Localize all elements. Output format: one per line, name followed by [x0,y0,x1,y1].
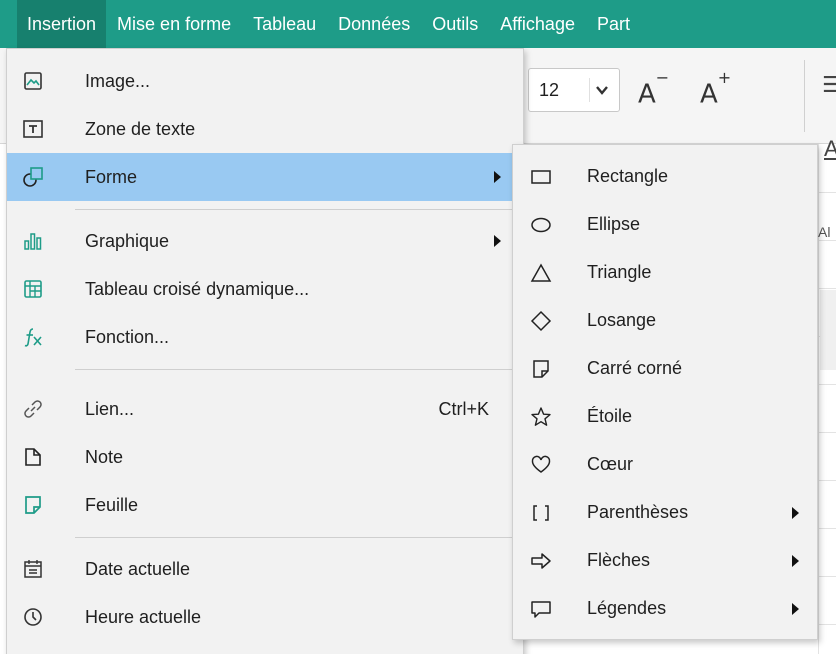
menu-item-function[interactable]: Fonction... [7,313,523,361]
menu-divider [75,537,517,538]
menu-partage[interactable]: Part [586,0,641,48]
submenu-arrow-icon [792,603,799,615]
chevron-down-icon[interactable] [589,78,613,102]
menu-divider [75,209,517,210]
menu-item-label: Note [85,446,124,467]
clock-icon [21,605,45,629]
diamond-icon [529,309,553,333]
menu-tableau[interactable]: Tableau [242,0,327,48]
shape-icon [21,165,45,189]
submenu-item-label: Parenthèses [587,502,689,522]
menu-item-label: Zone de texte [85,118,196,139]
menu-bar: Insertion Mise en forme Tableau Données … [0,0,836,48]
selected-cell[interactable] [820,290,836,370]
menu-affichage[interactable]: Affichage [489,0,586,48]
column-header: Al [818,224,831,240]
menu-divider [75,369,517,370]
ribbon-divider [804,60,805,132]
note-icon [21,445,45,469]
menu-item-shape[interactable]: Forme [7,153,523,201]
submenu-item-label: Cœur [587,454,633,474]
submenu-item-label: Triangle [587,262,652,282]
submenu-item-brackets[interactable]: Parenthèses [513,489,817,537]
image-icon [21,69,45,93]
menu-insertion[interactable]: Insertion [17,0,107,48]
submenu-item-callouts[interactable]: Légendes [513,585,817,633]
menu-item-label: Tableau croisé dynamique... [85,278,310,299]
folded-square-icon [529,357,553,381]
menu-outils[interactable]: Outils [421,0,489,48]
menu-item-text-box[interactable]: Zone de texte [7,105,523,153]
brackets-icon [529,501,553,525]
align-icon[interactable]: ☰ [822,72,836,98]
ellipse-icon [529,213,553,237]
submenu-item-label: Rectangle [587,166,669,186]
menu-donnees[interactable]: Données [327,0,421,48]
menu-item-label: Date actuelle [85,558,191,579]
menu-item-current-time[interactable]: Heure actuelle [7,593,523,641]
decrease-font-label: A [638,79,656,110]
text-box-icon [21,117,45,141]
submenu-item-rectangle[interactable]: Rectangle [513,153,817,201]
menu-item-label: Forme [85,166,138,187]
menu-item-sheet[interactable]: Feuille [7,481,523,529]
star-icon [529,405,553,429]
submenu-item-heart[interactable]: Cœur [513,441,817,489]
heart-icon [529,453,553,477]
callout-icon [529,597,553,621]
menu-item-current-date[interactable]: Date actuelle [7,545,523,593]
shape-submenu: Rectangle Ellipse Triangle Losange Carré… [512,144,818,640]
submenu-arrow-icon [494,235,501,247]
menu-item-label: Heure actuelle [85,606,202,627]
function-icon [21,325,45,349]
menu-item-note[interactable]: Note [7,433,523,481]
grid-line [818,144,819,654]
increase-font-button[interactable]: A+ [700,68,731,115]
shortcut-label: Ctrl+K [438,398,489,419]
arrow-icon [529,549,553,573]
font-size-value: 12 [539,80,560,100]
menu-item-pivot-table[interactable]: Tableau croisé dynamique... [7,265,523,313]
submenu-item-ellipse[interactable]: Ellipse [513,201,817,249]
submenu-item-diamond[interactable]: Losange [513,297,817,345]
decrease-font-sign: − [655,68,670,87]
triangle-icon [529,261,553,285]
sheet-icon [21,493,45,517]
submenu-item-star[interactable]: Étoile [513,393,817,441]
submenu-item-triangle[interactable]: Triangle [513,249,817,297]
increase-font-label: A [700,79,718,110]
submenu-item-label: Étoile [587,406,633,426]
submenu-item-label: Losange [587,310,657,330]
menu-item-chart[interactable]: Graphique [7,217,523,265]
menu-item-label: Fonction... [85,326,170,347]
submenu-item-arrows[interactable]: Flèches [513,537,817,585]
menu-item-image[interactable]: Image... [7,57,523,105]
submenu-arrow-icon [792,555,799,567]
insert-menu: Image... Zone de texte Forme Graphique T… [6,48,524,654]
link-icon [21,397,45,421]
menu-item-label: Feuille [85,494,139,515]
decrease-font-button[interactable]: A− [638,68,669,115]
submenu-item-folded-square[interactable]: Carré corné [513,345,817,393]
submenu-arrow-icon [792,507,799,519]
font-color-icon[interactable]: A [824,136,836,162]
menu-item-label: Graphique [85,230,170,251]
rectangle-icon [529,165,553,189]
menu-item-label: Image... [85,70,151,91]
menu-item-label: Lien... [85,398,135,419]
increase-font-sign: + [717,68,732,87]
submenu-item-label: Ellipse [587,214,641,234]
submenu-item-label: Flèches [587,550,651,570]
calendar-icon [21,557,45,581]
submenu-item-label: Carré corné [587,358,683,378]
submenu-arrow-icon [494,171,501,183]
menu-mise-en-forme[interactable]: Mise en forme [106,0,242,48]
pivot-table-icon [21,277,45,301]
submenu-item-label: Légendes [587,598,667,618]
font-size-select[interactable]: 12 [528,68,620,112]
menu-item-link[interactable]: Lien... Ctrl+K [7,385,523,433]
chart-icon [21,229,45,253]
